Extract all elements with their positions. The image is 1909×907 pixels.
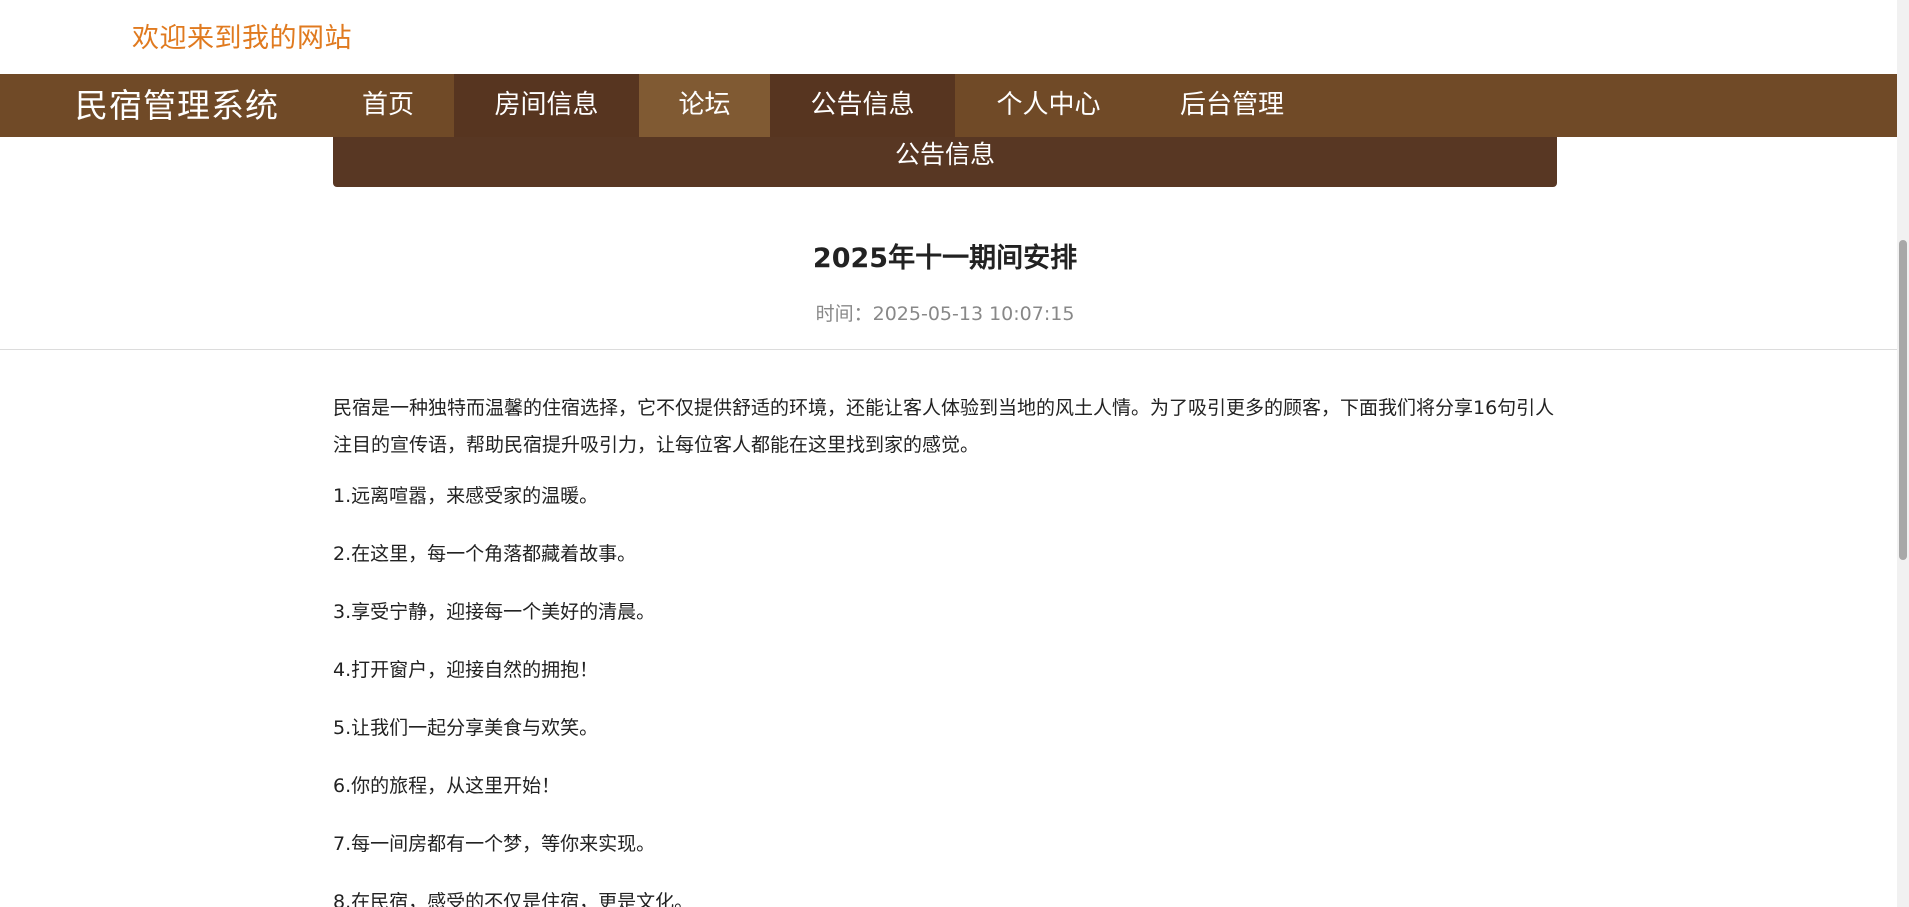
brand-title[interactable]: 民宿管理系统	[75, 74, 279, 137]
article-intro: 民宿是一种独特而温馨的住宿选择，它不仅提供舒适的环境，还能让客人体验到当地的风土…	[333, 397, 1555, 456]
time-label: 时间：	[815, 303, 873, 325]
time-value: 2025-05-13 10:07:15	[872, 303, 1075, 325]
article-item: 8.在民宿，感受的不仅是住宿，更是文化。	[333, 891, 694, 907]
divider	[0, 349, 1897, 350]
main-navbar: 民宿管理系统 首页 房间信息 论坛 公告信息 个人中心 后台管理	[0, 74, 1897, 137]
article-item: 4.打开窗户，迎接自然的拥抱！	[333, 659, 599, 681]
article-item: 2.在这里，每一个角落都藏着故事。	[333, 543, 637, 565]
article-title: 2025年十一期间安排	[812, 243, 1078, 274]
nav-notices[interactable]: 公告信息	[770, 74, 955, 137]
scrollbar-thumb[interactable]	[1899, 240, 1907, 560]
nav-rooms[interactable]: 房间信息	[454, 74, 639, 137]
welcome-text: 欢迎来到我的网站	[132, 23, 352, 54]
notice-section-header: 公告信息	[333, 137, 1557, 187]
nav-admin[interactable]: 后台管理	[1142, 74, 1322, 137]
article-item: 7.每一间房都有一个梦，等你来实现。	[333, 833, 656, 855]
article-time: 时间：2025-05-13 10:07:15	[333, 299, 1557, 326]
top-header: 欢迎来到我的网站	[0, 0, 1897, 74]
article-content: 民宿是一种独特而温馨的住宿选择，它不仅提供舒适的环境，还能让客人体验到当地的风土…	[333, 390, 1557, 907]
article-item: 1.远离喧嚣，来感受家的温暖。	[333, 485, 599, 507]
article-item: 6.你的旅程，从这里开始！	[333, 775, 561, 797]
page-scrollbar[interactable]	[1897, 0, 1909, 907]
nav-profile[interactable]: 个人中心	[955, 74, 1142, 137]
nav-forum[interactable]: 论坛	[639, 74, 770, 137]
article-item: 3.享受宁静，迎接每一个美好的清晨。	[333, 601, 656, 623]
article-item: 5.让我们一起分享美食与欢笑。	[333, 717, 599, 739]
page: 欢迎来到我的网站 民宿管理系统 首页 房间信息 论坛 公告信息 个人中心 后台管…	[0, 0, 1909, 907]
nav-home[interactable]: 首页	[322, 74, 454, 137]
